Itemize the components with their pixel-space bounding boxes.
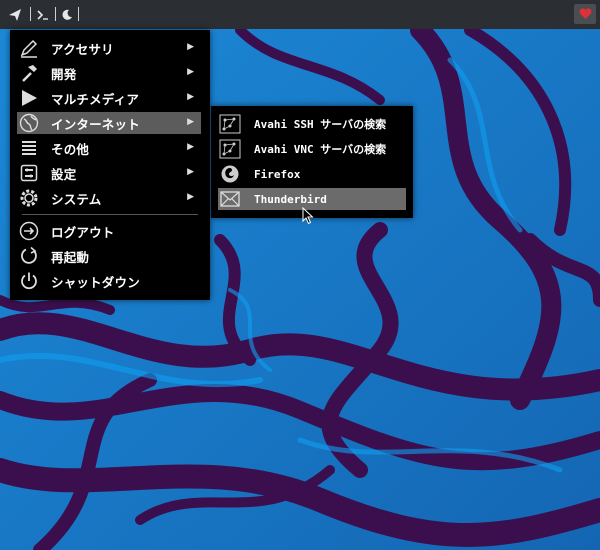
- menu-item-settings[interactable]: 設定 ▶: [17, 162, 201, 184]
- menu-item-label: ログアウト: [51, 224, 115, 240]
- menu-item-label: 再起動: [51, 249, 90, 265]
- menu-item-accessories[interactable]: アクセサリ ▶: [17, 37, 201, 59]
- menu-item-restart[interactable]: 再起動: [17, 245, 201, 267]
- submenu-arrow-icon: ▶: [187, 192, 194, 202]
- mail-icon: [218, 188, 242, 210]
- menu-item-label: その他: [51, 141, 90, 157]
- panel-separator: [78, 7, 79, 21]
- moon-icon[interactable]: [60, 6, 74, 23]
- network-icon: [218, 113, 242, 135]
- menu-item-label: マルチメディア: [51, 91, 140, 107]
- settings-icon: [17, 162, 41, 184]
- gear-icon: [17, 187, 41, 209]
- menu-item-system[interactable]: システム ▶: [17, 187, 201, 209]
- firefox-icon: [218, 163, 242, 185]
- terminal-icon[interactable]: [36, 6, 50, 23]
- submenu-arrow-icon: ▶: [187, 117, 194, 127]
- menu-item-label: アクセサリ: [51, 41, 114, 57]
- heart-icon: [579, 8, 591, 19]
- menu-item-label: 開発: [51, 66, 77, 82]
- panel-separator: [30, 7, 31, 21]
- menu-item-multimedia[interactable]: マルチメディア ▶: [17, 87, 201, 109]
- submenu-arrow-icon: ▶: [187, 92, 194, 102]
- menu-divider: [22, 214, 198, 215]
- menu-item-logout[interactable]: ログアウト: [17, 220, 201, 242]
- panel-separator: [55, 7, 56, 21]
- submenu-item-label: Avahi SSH サーバの検索: [254, 118, 387, 131]
- menu-item-label: シャットダウン: [51, 274, 140, 290]
- play-icon: [17, 87, 41, 109]
- submenu-arrow-icon: ▶: [187, 42, 194, 52]
- menu-item-label: インターネット: [51, 116, 140, 132]
- internet-submenu: Avahi SSH サーバの検索 Avahi VNC サーバの検索 Firefo…: [211, 106, 413, 218]
- list-icon: [17, 137, 41, 159]
- submenu-item-label: Avahi VNC サーバの検索: [254, 143, 387, 156]
- hammer-icon: [17, 62, 41, 84]
- menu-item-label: 設定: [51, 166, 77, 182]
- submenu-arrow-icon: ▶: [187, 167, 194, 177]
- menu-item-shutdown[interactable]: シャットダウン: [17, 270, 201, 292]
- power-icon: [17, 270, 41, 292]
- submenu-arrow-icon: ▶: [187, 142, 194, 152]
- submenu-item-label: Firefox: [254, 167, 301, 181]
- paper-plane-icon[interactable]: [6, 6, 24, 23]
- logout-icon: [17, 220, 41, 242]
- top-panel: [0, 0, 600, 29]
- application-menu: アクセサリ ▶ 開発 ▶ マルチメディア ▶ インターネット ▶ その他 ▶ 設…: [10, 30, 210, 300]
- submenu-item-avahi-ssh[interactable]: Avahi SSH サーバの検索: [218, 113, 406, 135]
- submenu-item-label: Thunderbird: [254, 192, 327, 206]
- restart-icon: [17, 245, 41, 267]
- menu-item-other[interactable]: その他 ▶: [17, 137, 201, 159]
- globe-icon: [17, 112, 41, 134]
- menu-item-development[interactable]: 開発 ▶: [17, 62, 201, 84]
- tray-button[interactable]: [574, 4, 596, 24]
- mouse-cursor-icon: [302, 207, 314, 225]
- network-icon: [218, 138, 242, 160]
- pen-icon: [17, 37, 41, 59]
- submenu-arrow-icon: ▶: [187, 67, 194, 77]
- menu-item-internet[interactable]: インターネット ▶: [17, 112, 201, 134]
- menu-item-label: システム: [51, 191, 102, 207]
- submenu-item-avahi-vnc[interactable]: Avahi VNC サーバの検索: [218, 138, 406, 160]
- submenu-item-firefox[interactable]: Firefox: [218, 163, 406, 185]
